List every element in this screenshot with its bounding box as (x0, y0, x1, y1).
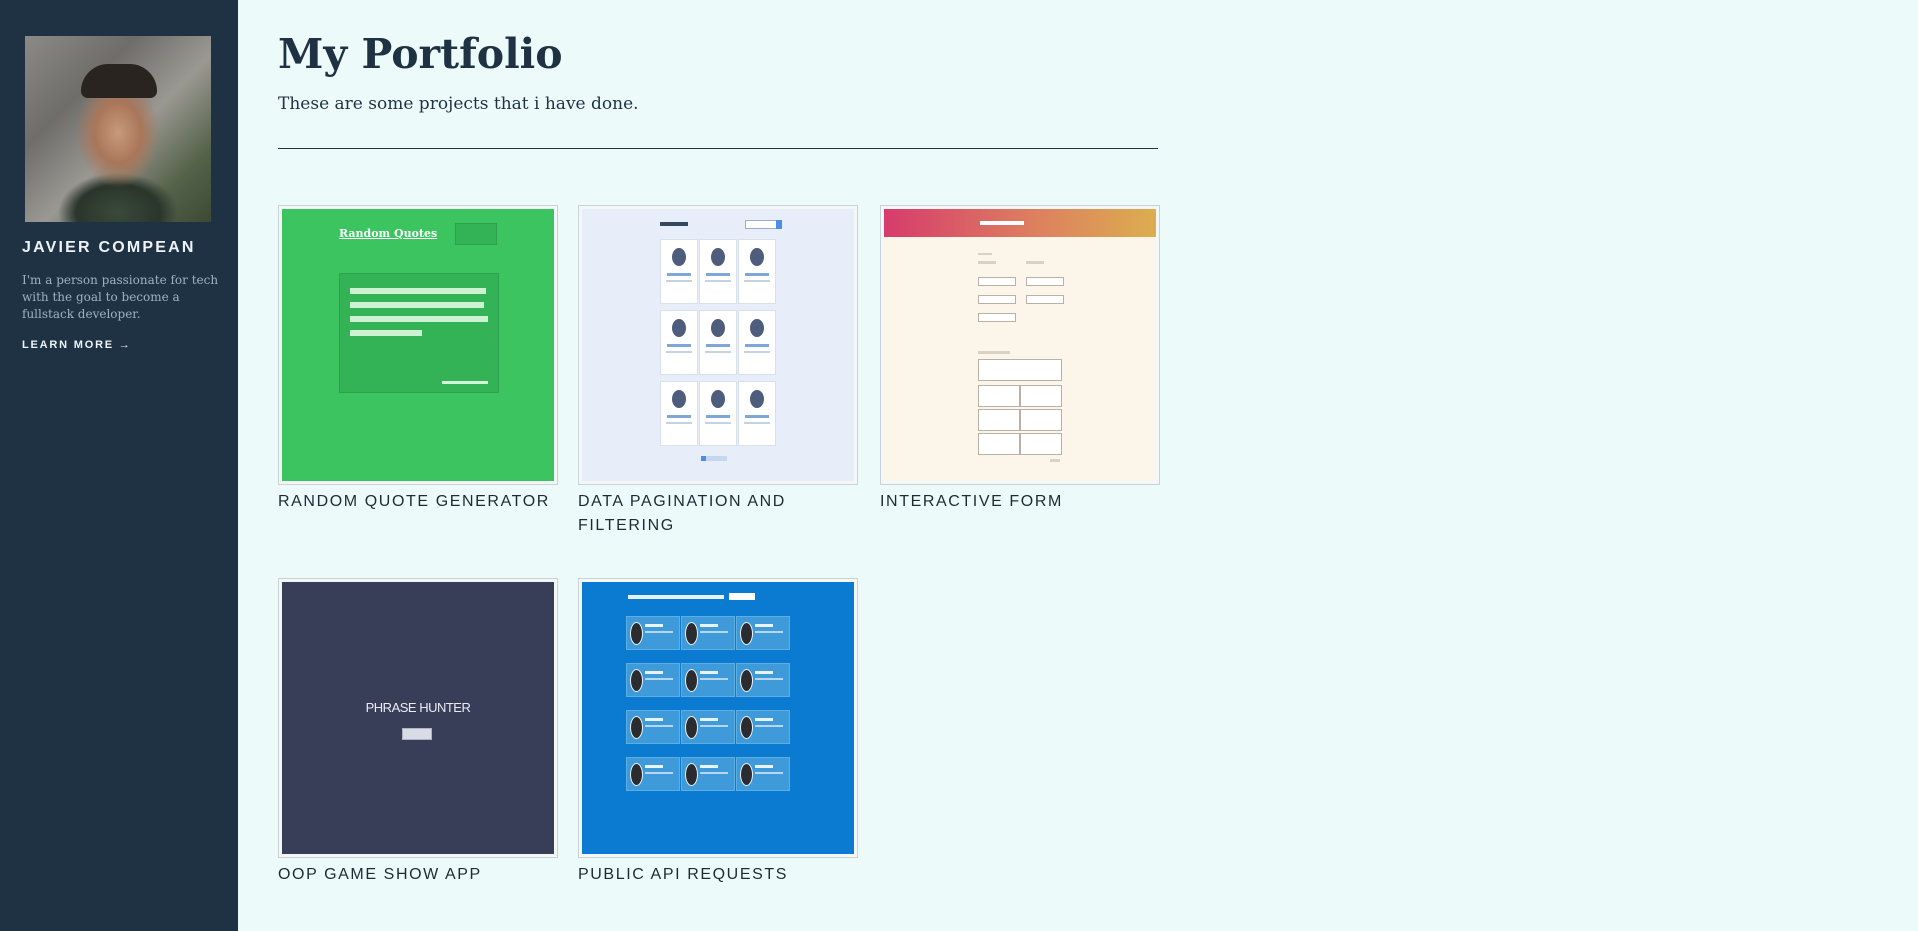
project-card-data-pagination[interactable]: DATA PAGINATION AND FILTERING (578, 205, 858, 538)
project-thumbnail[interactable]: Random Quotes (278, 205, 558, 485)
project-thumbnail[interactable] (578, 578, 858, 858)
avatar (25, 36, 211, 222)
profile-bio: I'm a person passionate for tech with th… (22, 273, 219, 321)
project-card-random-quote[interactable]: Random Quotes RANDOM QUOTE GENERATOR (278, 205, 558, 514)
project-title[interactable]: DATA PAGINATION AND FILTERING (578, 490, 858, 538)
learn-more-link[interactable]: LEARN MORE → (22, 339, 132, 351)
project-title[interactable]: PUBLIC API REQUESTS (578, 863, 858, 887)
project-thumbnail[interactable] (578, 205, 858, 485)
page-title: My Portfolio (278, 30, 563, 78)
project-thumbnail[interactable] (880, 205, 1160, 485)
page-subtitle: These are some projects that i have done… (278, 94, 639, 114)
profile-name: JAVIER COMPEAN (22, 239, 196, 256)
project-title[interactable]: INTERACTIVE FORM (880, 490, 1160, 514)
divider (278, 148, 1158, 149)
project-card-oop-game[interactable]: PHRASE HUNTER OOP GAME SHOW APP (278, 578, 558, 887)
project-card-interactive-form[interactable]: INTERACTIVE FORM (880, 205, 1160, 514)
project-title[interactable]: RANDOM QUOTE GENERATOR (278, 490, 558, 514)
project-thumbnail[interactable]: PHRASE HUNTER (278, 578, 558, 858)
game-title-preview: PHRASE HUNTER (365, 700, 471, 715)
project-card-public-api[interactable]: PUBLIC API REQUESTS (578, 578, 858, 887)
sidebar: JAVIER COMPEAN I'm a person passionate f… (0, 0, 238, 931)
project-title[interactable]: OOP GAME SHOW APP (278, 863, 558, 887)
